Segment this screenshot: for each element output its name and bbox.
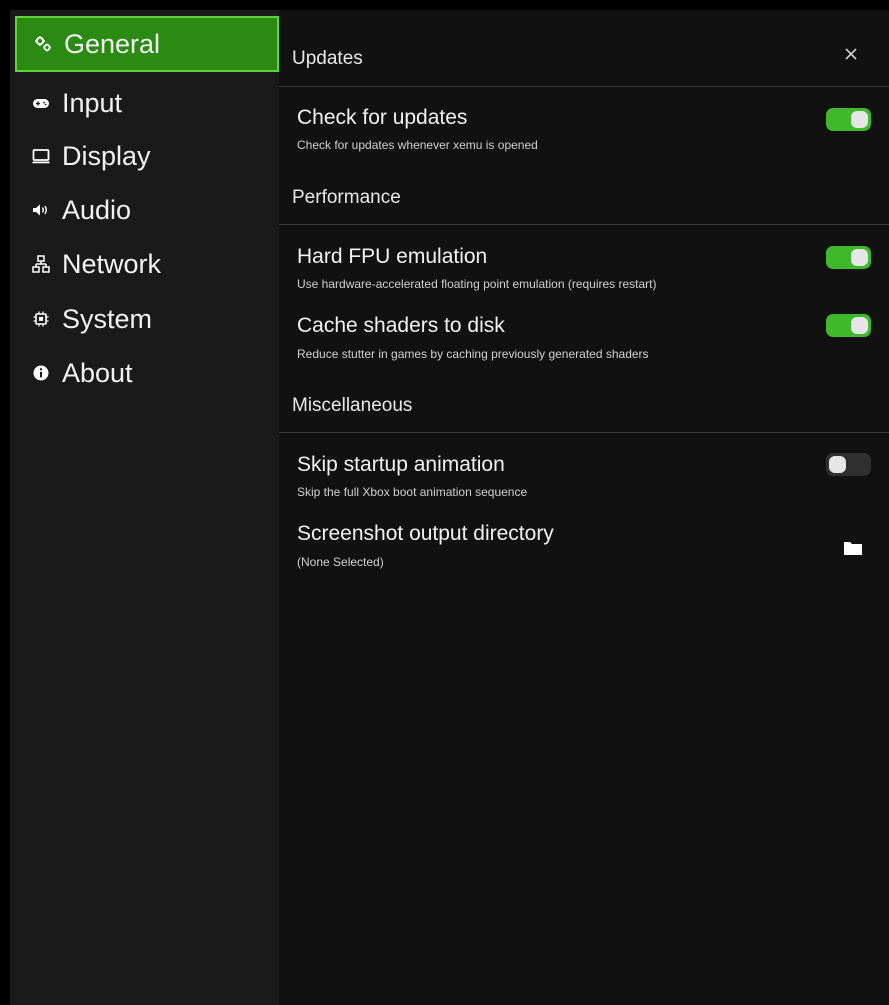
setting-title-screenshot-dir: Screenshot output directory: [297, 522, 554, 545]
hard-fpu-toggle[interactable]: [826, 246, 871, 269]
sidebar-item-label: Network: [62, 248, 162, 279]
gamepad-icon: [32, 94, 50, 112]
sidebar-item-about[interactable]: About: [15, 346, 279, 400]
setting-title-hard-fpu: Hard FPU emulation: [297, 245, 488, 268]
settings-panel: Updates Check for updates Check for upda…: [279, 10, 889, 1005]
sidebar-item-label: System: [62, 303, 153, 334]
sidebar-item-system[interactable]: System: [15, 292, 279, 346]
settings-window: General Input Display Audio Network Syst…: [0, 0, 889, 1005]
folder-picker-button[interactable]: [841, 536, 865, 560]
speaker-icon: [32, 201, 50, 219]
setting-desc-screenshot-dir: (None Selected): [297, 555, 384, 569]
network-icon: [32, 255, 50, 273]
sidebar-item-display[interactable]: Display: [15, 129, 279, 183]
section-divider: [279, 224, 889, 225]
sidebar-item-label: Input: [62, 87, 123, 118]
sidebar-item-label: About: [62, 357, 133, 388]
folder-icon: [844, 542, 862, 555]
toggle-knob: [851, 249, 868, 266]
close-button[interactable]: [839, 42, 863, 66]
setting-title-cache-shaders: Cache shaders to disk: [297, 314, 505, 337]
section-header-updates: Updates: [292, 48, 363, 69]
sidebar: General Input Display Audio Network Syst…: [10, 10, 279, 1005]
skip-animation-toggle[interactable]: [826, 453, 871, 476]
sidebar-item-network[interactable]: Network: [15, 237, 279, 291]
setting-desc-skip-animation: Skip the full Xbox boot animation sequen…: [297, 485, 528, 499]
sidebar-item-label: Display: [62, 140, 151, 171]
setting-desc-hard-fpu: Use hardware-accelerated floating point …: [297, 277, 657, 291]
setting-desc-cache-shaders: Reduce stutter in games by caching previ…: [297, 347, 649, 361]
close-icon: [845, 48, 857, 60]
toggle-knob: [851, 317, 868, 334]
toggle-knob: [829, 456, 846, 473]
sidebar-item-label: General: [64, 28, 161, 59]
sidebar-item-general[interactable]: General: [15, 16, 279, 72]
section-divider: [279, 432, 889, 433]
setting-title-check-updates: Check for updates: [297, 106, 468, 129]
sidebar-item-label: Audio: [62, 194, 132, 225]
section-header-performance: Performance: [292, 187, 401, 208]
chip-icon: [32, 310, 50, 328]
toggle-knob: [851, 111, 868, 128]
info-icon: [32, 364, 50, 382]
setting-desc-check-updates: Check for updates whenever xemu is opene…: [297, 138, 538, 152]
gears-icon: [34, 35, 52, 53]
section-header-miscellaneous: Miscellaneous: [292, 395, 413, 416]
setting-title-skip-animation: Skip startup animation: [297, 453, 505, 476]
cache-shaders-toggle[interactable]: [826, 314, 871, 337]
section-divider: [279, 86, 889, 87]
check-updates-toggle[interactable]: [826, 108, 871, 131]
monitor-icon: [32, 147, 50, 165]
sidebar-item-input[interactable]: Input: [15, 76, 279, 130]
sidebar-item-audio[interactable]: Audio: [15, 183, 279, 237]
